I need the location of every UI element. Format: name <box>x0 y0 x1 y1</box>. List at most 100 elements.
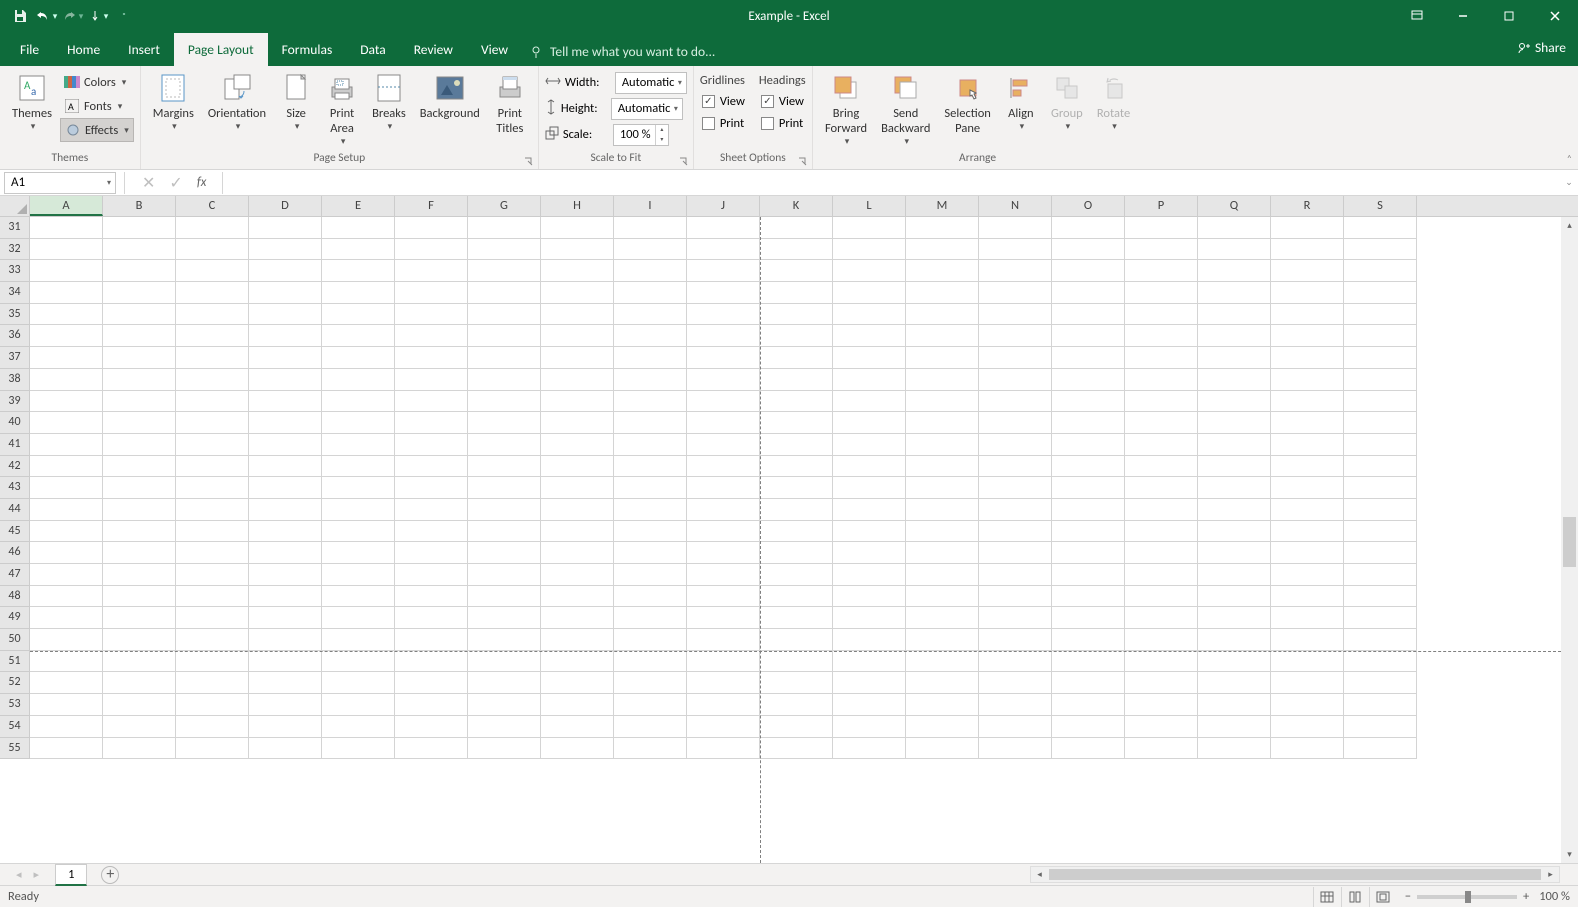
cell[interactable] <box>103 282 176 304</box>
cell[interactable] <box>614 694 687 716</box>
cell[interactable] <box>468 391 541 413</box>
cell[interactable] <box>614 456 687 478</box>
cell[interactable] <box>906 391 979 413</box>
cell[interactable] <box>1125 347 1198 369</box>
cell[interactable] <box>833 672 906 694</box>
cell[interactable] <box>249 282 322 304</box>
cell[interactable] <box>322 477 395 499</box>
cell[interactable] <box>1344 347 1417 369</box>
cell[interactable] <box>687 347 760 369</box>
cell[interactable] <box>833 542 906 564</box>
cell[interactable] <box>1344 607 1417 629</box>
cell[interactable] <box>1344 434 1417 456</box>
cell[interactable] <box>760 651 833 673</box>
cell[interactable] <box>176 456 249 478</box>
cell[interactable] <box>30 434 103 456</box>
tab-formulas[interactable]: Formulas <box>268 33 347 66</box>
zoom-level[interactable]: 100 % <box>1539 889 1570 904</box>
cell[interactable] <box>687 456 760 478</box>
row-header[interactable]: 55 <box>0 738 30 760</box>
cell[interactable] <box>1052 694 1125 716</box>
tab-review[interactable]: Review <box>400 33 467 66</box>
cell[interactable] <box>979 694 1052 716</box>
cell[interactable] <box>249 347 322 369</box>
row-header[interactable]: 37 <box>0 347 30 369</box>
cell[interactable] <box>1125 282 1198 304</box>
cell[interactable] <box>1052 325 1125 347</box>
cell[interactable] <box>541 239 614 261</box>
column-header[interactable]: I <box>614 196 687 216</box>
cell[interactable] <box>249 629 322 651</box>
cell[interactable] <box>176 738 249 760</box>
cell[interactable] <box>1125 304 1198 326</box>
cell[interactable] <box>614 325 687 347</box>
normal-view-button[interactable] <box>1313 887 1341 907</box>
cell[interactable] <box>1052 434 1125 456</box>
cell[interactable] <box>760 607 833 629</box>
cell[interactable] <box>760 347 833 369</box>
cell[interactable] <box>833 369 906 391</box>
redo-button[interactable]: ▾ <box>60 4 84 28</box>
headings-view-checkbox[interactable]: View <box>759 90 806 112</box>
cell[interactable] <box>395 304 468 326</box>
cell[interactable] <box>103 304 176 326</box>
cell[interactable] <box>541 738 614 760</box>
cell[interactable] <box>1125 412 1198 434</box>
cell[interactable] <box>979 672 1052 694</box>
row-header[interactable]: 32 <box>0 239 30 261</box>
column-header[interactable]: Q <box>1198 196 1271 216</box>
cell[interactable] <box>468 694 541 716</box>
cell[interactable] <box>249 391 322 413</box>
cell[interactable] <box>1271 456 1344 478</box>
cell[interactable] <box>176 651 249 673</box>
column-header[interactable]: S <box>1344 196 1417 216</box>
cell[interactable] <box>1125 217 1198 239</box>
tell-me-search[interactable]: Tell me what you want to do... <box>530 37 715 66</box>
cell[interactable] <box>1052 738 1125 760</box>
cell[interactable] <box>906 282 979 304</box>
bring-forward-button[interactable]: Bring Forward▾ <box>819 70 873 149</box>
cell[interactable] <box>1271 477 1344 499</box>
cell[interactable] <box>176 499 249 521</box>
column-header[interactable]: J <box>687 196 760 216</box>
cell[interactable] <box>760 672 833 694</box>
cell[interactable] <box>1198 282 1271 304</box>
cell[interactable] <box>1198 369 1271 391</box>
cell[interactable] <box>1271 347 1344 369</box>
row-header[interactable]: 43 <box>0 477 30 499</box>
zoom-slider[interactable]: − + <box>1405 889 1529 904</box>
cell[interactable] <box>249 412 322 434</box>
cell[interactable] <box>979 325 1052 347</box>
cell[interactable] <box>614 434 687 456</box>
cell[interactable] <box>1052 716 1125 738</box>
cell[interactable] <box>249 586 322 608</box>
cell[interactable] <box>176 347 249 369</box>
cell[interactable] <box>30 325 103 347</box>
cell[interactable] <box>614 607 687 629</box>
cell[interactable] <box>1271 499 1344 521</box>
cell[interactable] <box>468 521 541 543</box>
cell[interactable] <box>176 282 249 304</box>
row-header[interactable]: 31 <box>0 217 30 239</box>
cell[interactable] <box>103 260 176 282</box>
cell[interactable] <box>1271 391 1344 413</box>
cell[interactable] <box>833 499 906 521</box>
cell[interactable] <box>249 738 322 760</box>
print-area-button[interactable]: Print Area▾ <box>320 70 364 149</box>
column-header[interactable]: N <box>979 196 1052 216</box>
cell[interactable] <box>979 347 1052 369</box>
cell[interactable] <box>760 564 833 586</box>
cell[interactable] <box>1271 542 1344 564</box>
cell[interactable] <box>1125 586 1198 608</box>
cell[interactable] <box>395 325 468 347</box>
cell[interactable] <box>30 477 103 499</box>
cell[interactable] <box>833 217 906 239</box>
cell[interactable] <box>687 738 760 760</box>
cell[interactable] <box>1271 629 1344 651</box>
height-dropdown[interactable]: Automatic▾ <box>611 98 683 120</box>
cell[interactable] <box>176 304 249 326</box>
cell[interactable] <box>687 499 760 521</box>
cell[interactable] <box>614 217 687 239</box>
cell[interactable] <box>833 412 906 434</box>
cell[interactable] <box>249 369 322 391</box>
